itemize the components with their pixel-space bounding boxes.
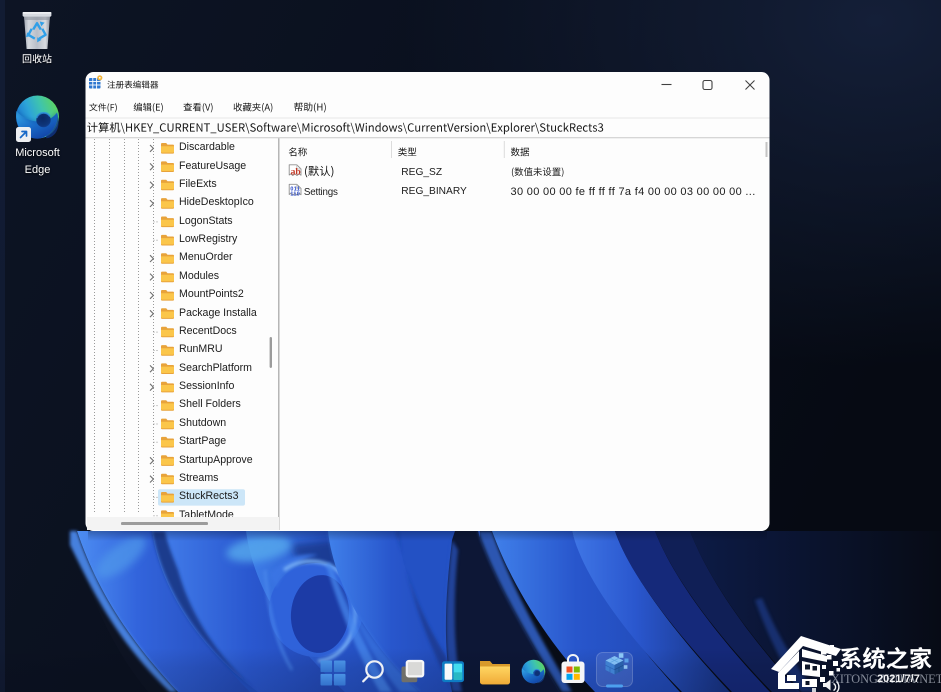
svg-text:ab: ab <box>291 167 301 178</box>
svg-text:110: 110 <box>290 192 300 198</box>
